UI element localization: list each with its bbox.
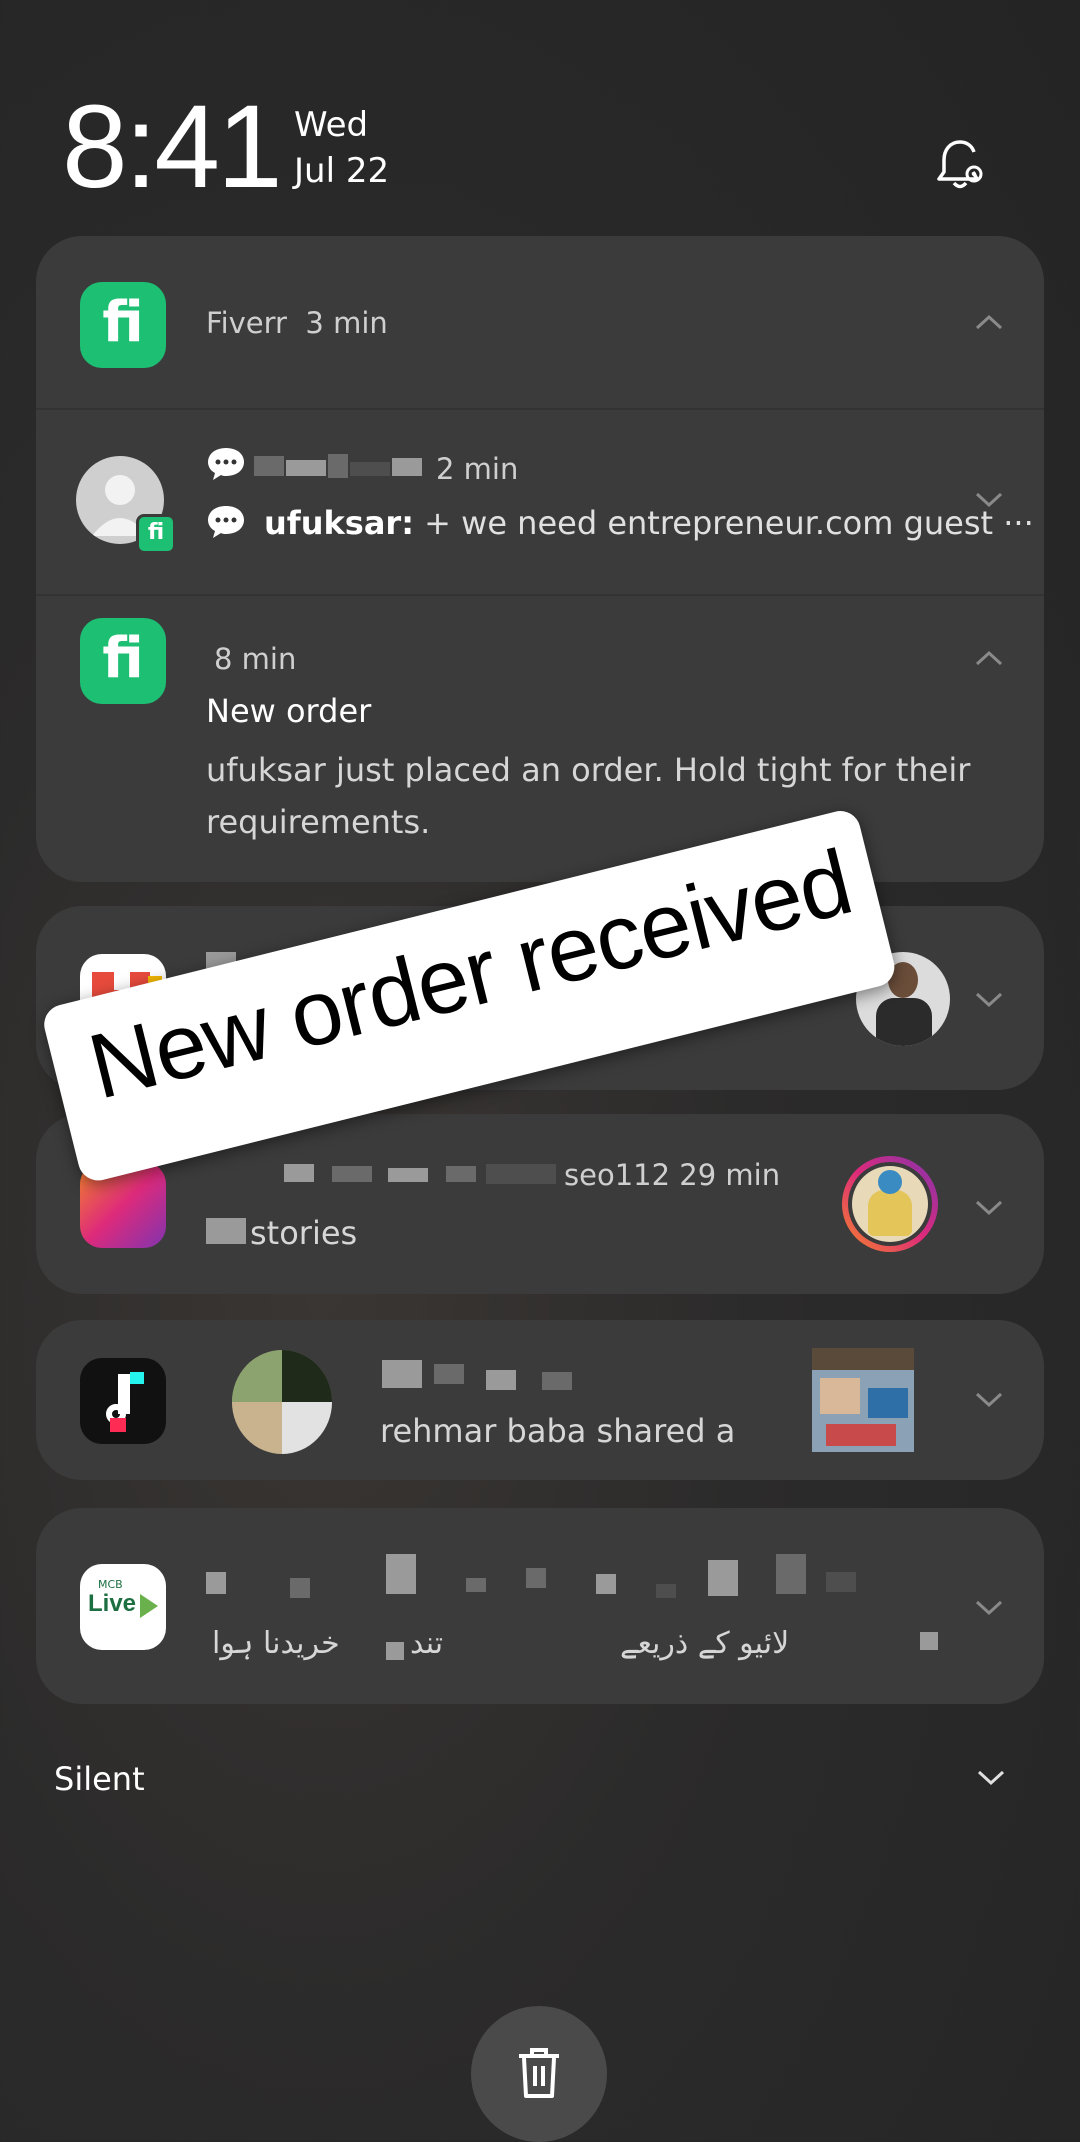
redacted-block bbox=[446, 1166, 476, 1182]
redacted-block bbox=[286, 460, 326, 476]
redacted-block bbox=[350, 462, 390, 476]
redacted-block bbox=[206, 1218, 246, 1244]
chevron-up-icon[interactable] bbox=[974, 312, 1004, 332]
chat-message: ufuksar: + we need entrepreneur.com gues… bbox=[264, 504, 1034, 542]
order-title: New order bbox=[206, 692, 372, 730]
redacted-block bbox=[486, 1370, 516, 1390]
clock-date: Wed Jul 22 bbox=[294, 102, 494, 194]
redacted-block bbox=[386, 1554, 416, 1594]
chevron-down-icon[interactable] bbox=[974, 1390, 1004, 1410]
redacted-block bbox=[206, 1572, 226, 1594]
order-time: 8 min bbox=[214, 642, 297, 676]
notification-settings-button[interactable] bbox=[930, 136, 990, 196]
fiverr-app-name: Fiverr bbox=[206, 306, 287, 340]
redacted-block bbox=[776, 1554, 806, 1594]
chevron-down-icon[interactable] bbox=[974, 1598, 1004, 1618]
mcb-live-notification-card[interactable]: MCB Live خریدنا ہوا تند لائیو کے ذریعے bbox=[36, 1508, 1044, 1704]
mcb-live-icon-label: Live bbox=[88, 1590, 137, 1617]
redacted-block bbox=[526, 1568, 546, 1588]
mcb-live-body-mid: تند bbox=[410, 1626, 444, 1661]
redacted-block bbox=[466, 1578, 486, 1592]
redacted-block bbox=[542, 1372, 572, 1390]
trash-icon bbox=[519, 2048, 559, 2098]
chevron-down-icon[interactable] bbox=[974, 490, 1004, 510]
chat-message-text: + we need entrepreneur.com guest ··· bbox=[424, 504, 1034, 542]
instagram-header-time: seo112 29 min bbox=[564, 1158, 781, 1192]
mcb-live-app-icon: MCB Live bbox=[80, 1564, 166, 1650]
redacted-block bbox=[826, 1572, 856, 1592]
mcb-live-body-left: خریدنا ہوا bbox=[212, 1626, 340, 1661]
redacted-block bbox=[708, 1560, 738, 1596]
tiktok-body: rehmar baba shared a bbox=[380, 1412, 736, 1450]
fiverr-group-header[interactable]: fi Fiverr 3 min bbox=[36, 236, 1044, 408]
order-body: ufuksar just placed an order. Hold tight… bbox=[206, 751, 971, 841]
fiverr-badge-icon: fi bbox=[136, 514, 176, 554]
chevron-down-icon[interactable] bbox=[974, 990, 1004, 1010]
redacted-block bbox=[328, 454, 348, 478]
tiktok-app-icon bbox=[80, 1358, 166, 1444]
clear-all-button[interactable] bbox=[471, 2006, 607, 2142]
chat-time: 2 min bbox=[436, 452, 519, 486]
fiverr-order-notification[interactable]: fi 8 min New order ufuksar just placed a… bbox=[36, 596, 1044, 882]
redacted-block bbox=[392, 458, 422, 476]
redacted-block bbox=[290, 1578, 310, 1598]
thumbnail-image bbox=[812, 1348, 914, 1452]
redacted-block bbox=[382, 1360, 422, 1388]
fiverr-header-time: 3 min bbox=[305, 306, 388, 340]
bell-settings-icon bbox=[937, 140, 983, 189]
fiverr-notification-group[interactable]: fi Fiverr 3 min fi 2 min ufuksar: + we n… bbox=[36, 236, 1044, 882]
redacted-block bbox=[386, 1642, 404, 1660]
clock-day: Jul 22 bbox=[294, 151, 390, 191]
chevron-up-icon[interactable] bbox=[974, 648, 1004, 668]
chat-bubble-icon bbox=[208, 448, 244, 480]
story-avatar bbox=[842, 1156, 938, 1252]
redacted-block bbox=[434, 1364, 464, 1384]
redacted-block bbox=[388, 1168, 428, 1182]
tiktok-notification-card[interactable]: rehmar baba shared a bbox=[36, 1320, 1044, 1480]
fiverr-header-text: Fiverr 3 min bbox=[206, 306, 388, 340]
redacted-block bbox=[284, 1164, 314, 1182]
fiverr-app-icon: fi bbox=[80, 618, 166, 704]
fiverr-app-icon: fi bbox=[80, 282, 166, 368]
fiverr-chat-notification[interactable]: fi 2 min ufuksar: + we need entrepreneur… bbox=[36, 410, 1044, 594]
clock-time: 8:41 bbox=[62, 81, 283, 213]
redacted-block bbox=[656, 1584, 676, 1598]
chat-sender-name: ufuksar: bbox=[264, 504, 414, 542]
redacted-block bbox=[596, 1574, 616, 1594]
mcb-live-body-right: لائیو کے ذریعے bbox=[620, 1626, 790, 1661]
group-avatar bbox=[232, 1350, 332, 1454]
chat-bubble-icon bbox=[208, 506, 244, 538]
chevron-down-icon[interactable] bbox=[976, 1768, 1006, 1788]
redacted-block bbox=[486, 1164, 556, 1184]
clock-weekday: Wed bbox=[294, 105, 369, 145]
silent-section-label: Silent bbox=[54, 1760, 145, 1798]
instagram-body: stories bbox=[250, 1214, 358, 1252]
redacted-block bbox=[920, 1632, 938, 1650]
redacted-block bbox=[332, 1166, 372, 1182]
redacted-block bbox=[254, 456, 284, 476]
chevron-down-icon[interactable] bbox=[974, 1198, 1004, 1218]
